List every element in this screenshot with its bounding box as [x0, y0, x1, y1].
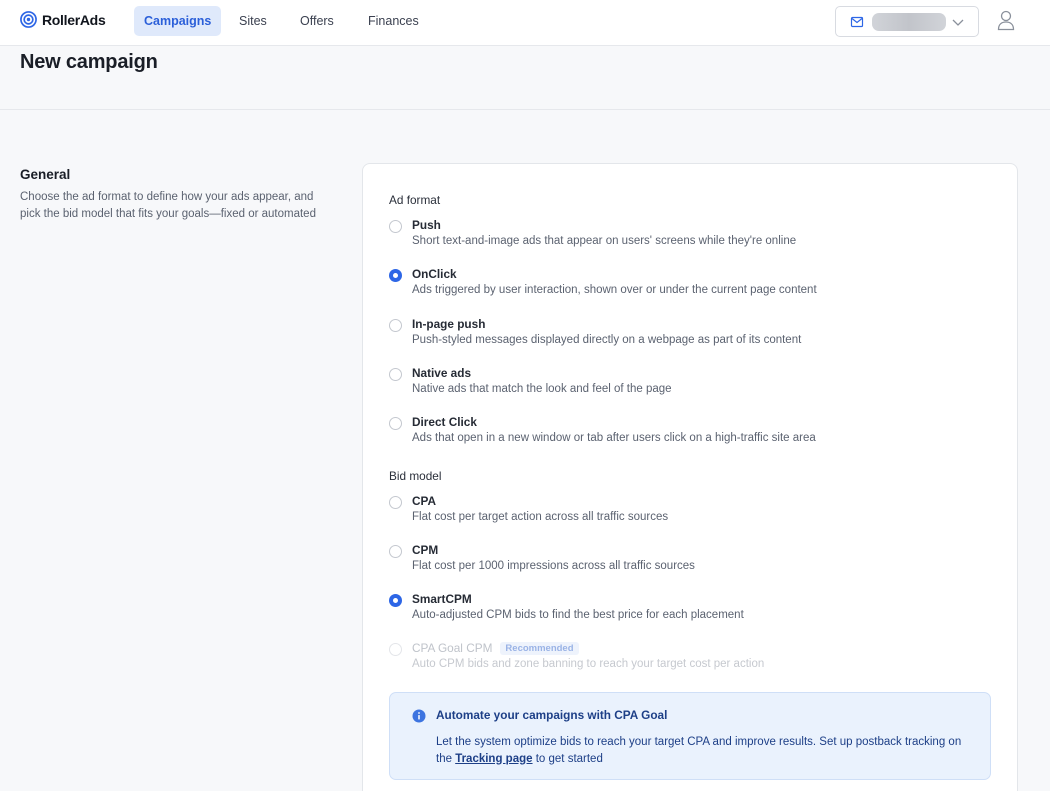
- radio-button[interactable]: [389, 545, 402, 558]
- section-description: Choose the ad format to define how your …: [20, 191, 316, 220]
- ad-format-option-push[interactable]: Push Short text-and-image ads that appea…: [388, 218, 988, 258]
- radio-button-checked[interactable]: [389, 594, 402, 607]
- option-title: CPM: [412, 543, 439, 557]
- option-description: Flat cost per target action across all t…: [412, 511, 669, 523]
- option-description: Short text-and-image ads that appear on …: [412, 235, 797, 247]
- info-title: Automate your campaigns with CPA Goal: [436, 708, 668, 722]
- section-title-general: General: [20, 167, 71, 182]
- bid-model-label: Bid model: [389, 469, 442, 483]
- bid-model-option-smartcpm[interactable]: SmartCPM Auto-adjusted CPM bids to find …: [388, 592, 988, 632]
- option-description: Auto CPM bids and zone banning to reach …: [412, 658, 765, 670]
- option-title-text: CPA Goal CPM: [412, 641, 493, 655]
- option-description: Auto-adjusted CPM bids to find the best …: [412, 609, 744, 621]
- bid-model-option-cpm[interactable]: CPM Flat cost per 1000 impressions acros…: [388, 543, 988, 583]
- option-title: SmartCPM: [412, 592, 472, 606]
- ad-format-option-native-ads[interactable]: Native ads Native ads that match the loo…: [388, 366, 988, 406]
- page-header: New campaign: [0, 46, 1050, 110]
- ad-format-option-direct-click[interactable]: Direct Click Ads that open in a new wind…: [388, 415, 988, 455]
- option-title: OnClick: [412, 267, 457, 281]
- radio-button-disabled: [389, 643, 402, 656]
- tracking-page-link[interactable]: Tracking page: [455, 753, 532, 765]
- top-navigation-bar: RollerAds Campaigns Sites Offers Finance…: [0, 0, 1050, 46]
- option-description: Flat cost per 1000 impressions across al…: [412, 560, 695, 572]
- info-body-text-end: to get started: [532, 752, 603, 765]
- nav-offers[interactable]: Offers: [290, 6, 344, 36]
- rollerads-logo[interactable]: RollerAds: [20, 11, 106, 28]
- option-description: Ads triggered by user interaction, shown…: [412, 284, 817, 296]
- option-title: Direct Click: [412, 415, 477, 429]
- option-description: Native ads that match the look and feel …: [412, 383, 672, 395]
- nav-campaigns[interactable]: Campaigns: [134, 6, 222, 36]
- chevron-down-icon: [952, 19, 964, 26]
- radio-button[interactable]: [389, 417, 402, 430]
- option-description: Push-styled messages displayed directly …: [412, 334, 802, 346]
- info-body: Let the system optimize bids to reach yo…: [436, 734, 966, 767]
- radio-button[interactable]: [389, 319, 402, 332]
- bid-model-option-cpa-goal-cpm: CPA Goal CPM Recommended Auto CPM bids an…: [388, 641, 988, 681]
- option-description: Ads that open in a new window or tab aft…: [412, 432, 816, 444]
- blurred-account-name: [872, 13, 946, 31]
- info-icon: [412, 709, 426, 723]
- option-title: Push: [412, 218, 441, 232]
- radio-button-checked[interactable]: [389, 269, 402, 282]
- user-profile-icon[interactable]: [996, 9, 1016, 31]
- rollerads-logo-icon: [20, 11, 37, 28]
- radio-button[interactable]: [389, 368, 402, 381]
- nav-finances[interactable]: Finances: [358, 6, 429, 36]
- ad-format-option-in-page-push[interactable]: In-page push Push-styled messages displa…: [388, 317, 988, 357]
- radio-button[interactable]: [389, 220, 402, 233]
- ad-format-option-onclick[interactable]: OnClick Ads triggered by user interactio…: [388, 267, 988, 307]
- recommended-badge: Recommended: [500, 642, 579, 655]
- ad-format-label: Ad format: [389, 193, 441, 207]
- bid-model-option-cpa[interactable]: CPA Flat cost per target action across a…: [388, 494, 988, 534]
- mail-icon: [850, 16, 864, 28]
- radio-button[interactable]: [389, 496, 402, 509]
- option-title: In-page push: [412, 317, 486, 331]
- nav-sites[interactable]: Sites: [229, 6, 277, 36]
- page-title: New campaign: [20, 51, 158, 73]
- option-title: CPA Goal CPM Recommended: [412, 641, 579, 655]
- logo-text: RollerAds: [42, 11, 106, 28]
- option-title: Native ads: [412, 366, 472, 380]
- option-title: CPA: [412, 494, 437, 508]
- cpa-goal-info-banner: Automate your campaigns with CPA Goal Le…: [389, 692, 991, 780]
- account-selector[interactable]: [835, 6, 979, 37]
